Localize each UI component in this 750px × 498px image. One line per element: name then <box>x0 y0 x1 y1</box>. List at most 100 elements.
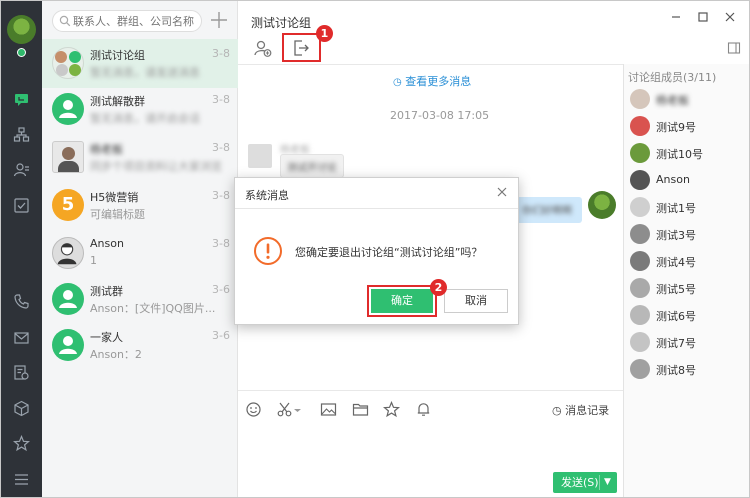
add-plus-icon[interactable] <box>208 9 230 31</box>
conversation-item[interactable]: 测试解散群 暂无消息，请开启会话 3-8 <box>42 85 238 134</box>
organization-icon[interactable] <box>13 126 30 143</box>
chevron-down-icon[interactable] <box>293 401 302 418</box>
image-icon[interactable] <box>320 401 337 418</box>
emoji-icon[interactable] <box>245 401 262 418</box>
warning-icon <box>254 237 282 265</box>
member-name: 测试6号 <box>656 310 696 323</box>
member-name: 测试3号 <box>656 229 696 242</box>
contacts-icon[interactable] <box>13 161 30 178</box>
conversation-item[interactable]: 5 H5微营销 可编辑标题 3-8 <box>42 181 238 230</box>
search-icon <box>59 15 71 27</box>
member-item[interactable]: Anson <box>628 169 748 191</box>
star-icon[interactable] <box>383 401 400 418</box>
maximize-icon[interactable] <box>696 10 710 24</box>
member-name: 测试4号 <box>656 256 696 269</box>
tasks-icon[interactable] <box>13 197 30 214</box>
minimize-icon[interactable] <box>669 10 683 24</box>
members-panel: 讨论组成员(3/11) 杨老板 测试9号 测试10号 Anson 测试1号 测试… <box>623 64 749 497</box>
conversation-name: 测试讨论组 <box>90 49 145 62</box>
confirm-button[interactable]: 确定 <box>371 289 433 313</box>
members-header: 讨论组成员(3/11) <box>628 71 717 84</box>
member-item[interactable]: 测试3号 <box>628 223 748 245</box>
member-name: 测试5号 <box>656 283 696 296</box>
history-clock-icon: ◷ <box>552 404 562 417</box>
conversation-date: 3-8 <box>212 47 230 60</box>
my-message-text: 你们好啊啊 <box>522 206 572 217</box>
message-timestamp: 2017-03-08 17:05 <box>390 109 490 122</box>
conversation-item[interactable]: 测试讨论组 暂无消息，请发送消息 3-8 <box>42 39 238 88</box>
member-avatar <box>630 89 650 109</box>
dialog-close-icon[interactable] <box>496 186 508 198</box>
conversation-item[interactable]: 测试群 Anson：[文件]QQ图片... 3-6 <box>42 275 238 324</box>
member-item[interactable]: 测试8号 <box>628 358 748 380</box>
group-avatar <box>52 283 84 315</box>
member-item[interactable]: 测试4号 <box>628 250 748 272</box>
close-icon[interactable] <box>723 10 737 24</box>
member-item[interactable]: 测试5号 <box>628 277 748 299</box>
add-member-icon[interactable] <box>253 38 273 58</box>
composer-divider <box>238 390 623 391</box>
contact-avatar <box>52 237 84 269</box>
conversation-date: 3-8 <box>212 141 230 154</box>
conversation-preview: 暂无消息，请开启会话 <box>90 112 200 125</box>
chat-icon[interactable] <box>13 91 30 108</box>
member-avatar <box>630 332 650 352</box>
send-options-chevron-icon[interactable]: ▼ <box>604 472 611 493</box>
my-message-avatar <box>588 191 616 219</box>
mail-icon[interactable] <box>13 329 30 346</box>
folder-icon[interactable] <box>352 401 369 418</box>
search-input[interactable] <box>73 13 197 29</box>
message-history-button[interactable]: ◷ 消息记录 <box>552 402 609 418</box>
member-item[interactable]: 测试10号 <box>628 142 748 164</box>
online-status-dot <box>17 48 26 57</box>
conversation-date: 3-8 <box>212 237 230 250</box>
member-avatar <box>630 116 650 136</box>
conversation-preview: 1 <box>90 254 97 267</box>
view-more-link[interactable]: ◷ 查看更多消息 <box>393 73 471 89</box>
member-avatar <box>630 197 650 217</box>
member-item[interactable]: 杨老板 <box>628 88 748 110</box>
member-avatar <box>630 170 650 190</box>
message-bubble: 测试开讨论 <box>280 154 344 178</box>
conversation-date: 3-8 <box>212 93 230 106</box>
conversation-name: 测试群 <box>90 285 123 298</box>
conversation-date: 3-6 <box>212 283 230 296</box>
chat-title: 测试讨论组 <box>251 16 312 30</box>
member-item[interactable]: 测试7号 <box>628 331 748 353</box>
conversation-name: Anson <box>90 237 124 250</box>
member-name: Anson <box>656 173 690 186</box>
group-avatar <box>52 93 84 125</box>
bell-icon[interactable] <box>415 401 432 418</box>
conversation-preview: Anson：[文件]QQ图片... <box>90 302 216 315</box>
favorites-star-icon[interactable] <box>13 435 30 452</box>
screenshot-scissors-icon[interactable] <box>276 401 293 418</box>
dialog-message: 您确定要退出讨论组“测试讨论组”吗？ <box>295 246 483 259</box>
group-avatar <box>52 329 84 361</box>
member-item[interactable]: 测试6号 <box>628 304 748 326</box>
conversation-name: 测试解散群 <box>90 95 145 108</box>
confirm-dialog: 系统消息 您确定要退出讨论组“测试讨论组”吗？ 确定 取消 2 <box>234 177 519 325</box>
approval-icon[interactable] <box>13 364 30 381</box>
conversation-item[interactable]: 杨老板 同步个项目资料让大家浏览 3-8 <box>42 133 238 182</box>
member-avatar <box>630 251 650 271</box>
member-name: 测试10号 <box>656 148 703 161</box>
phone-icon[interactable] <box>13 293 30 310</box>
conversation-item[interactable]: Anson 1 3-8 <box>42 229 238 278</box>
my-avatar[interactable] <box>7 15 36 44</box>
member-item[interactable]: 测试1号 <box>628 196 748 218</box>
history-label: 消息记录 <box>565 404 610 417</box>
send-button[interactable]: 发送(S) ▼ <box>553 472 617 493</box>
cancel-button[interactable]: 取消 <box>444 289 508 313</box>
sidebar-toggle-icon[interactable] <box>727 41 741 55</box>
conversation-preview: 暂无消息，请发送消息 <box>90 66 200 79</box>
member-item[interactable]: 测试9号 <box>628 115 748 137</box>
message-text: 测试开讨论 <box>287 163 337 174</box>
conversation-item[interactable]: 一家人 Anson：2 3-6 <box>42 321 238 370</box>
view-more-label: 查看更多消息 <box>405 75 472 88</box>
search-box[interactable] <box>52 10 202 32</box>
menu-icon[interactable] <box>13 471 30 488</box>
conversation-preview: 同步个项目资料让大家浏览 <box>90 160 222 173</box>
step-badge: 2 <box>430 279 447 296</box>
apps-cube-icon[interactable] <box>13 400 30 417</box>
dialog-divider <box>235 208 518 209</box>
